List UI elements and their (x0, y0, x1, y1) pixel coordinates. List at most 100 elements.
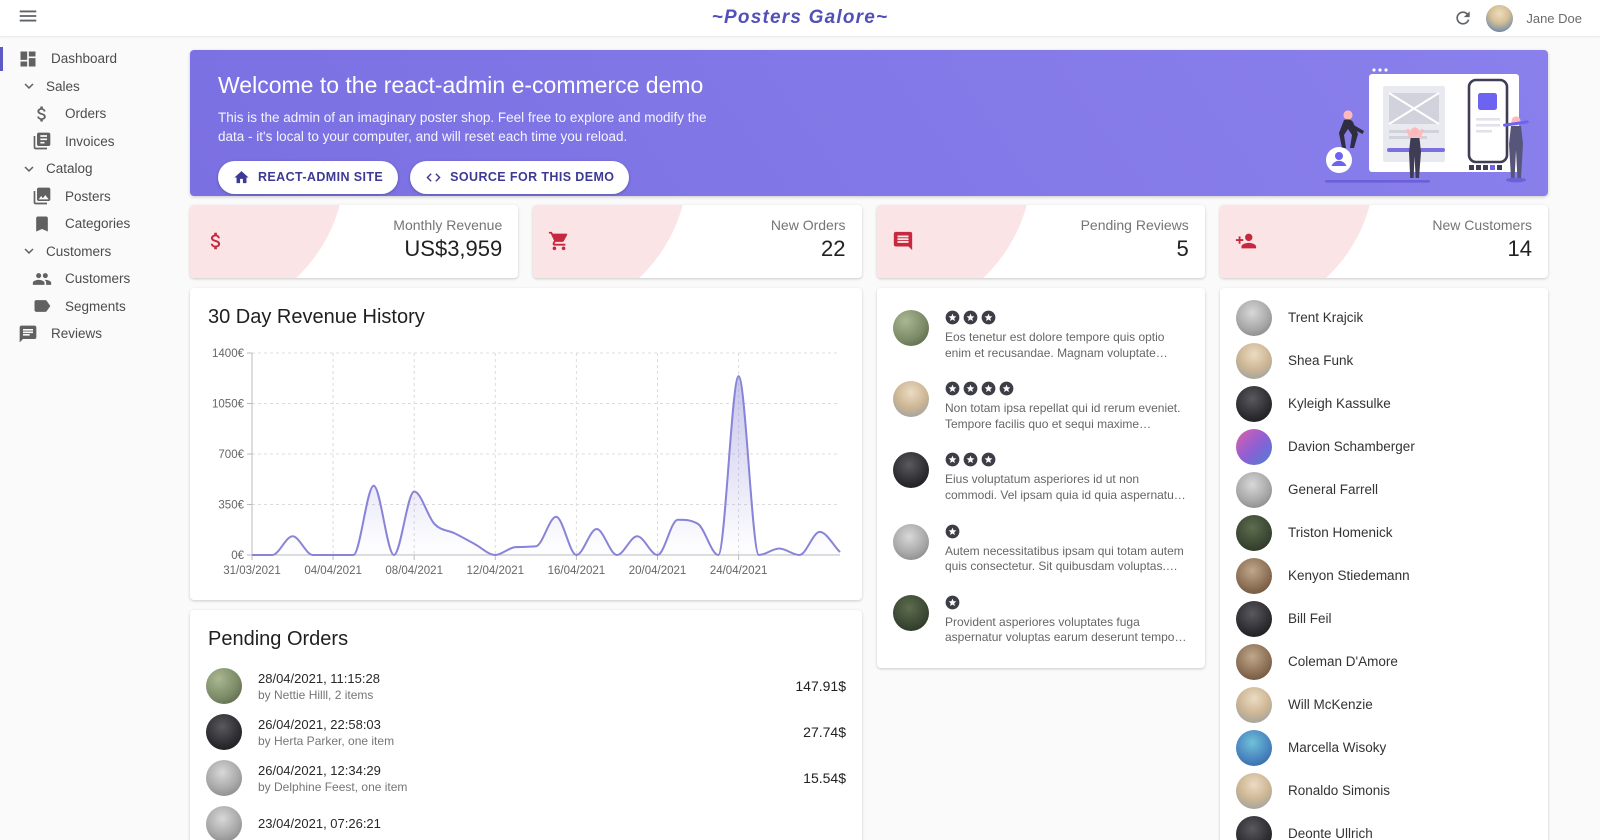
menu-icon[interactable] (17, 7, 39, 29)
customer-name: Triston Homenick (1288, 525, 1393, 540)
star-icon (945, 310, 960, 325)
cart-icon (549, 231, 568, 251)
stat-value: 5 (1176, 236, 1189, 261)
stat-label: New Orders (770, 217, 846, 233)
svg-text:04/04/2021: 04/04/2021 (304, 565, 362, 577)
customer-name: Deonte Ullrich (1288, 826, 1373, 840)
sidebar-item-categories[interactable]: Categories (0, 210, 190, 238)
star-rating (945, 595, 1189, 610)
customer-avatar (1236, 342, 1272, 379)
customer-row[interactable]: Coleman D'Amore (1236, 640, 1532, 683)
order-row[interactable]: 28/04/2021, 11:15:28 by Nettie Hilll, 2 i… (206, 663, 846, 709)
star-icon (981, 381, 996, 396)
customer-row[interactable]: Will McKenzie (1236, 683, 1532, 726)
customer-avatar (206, 714, 242, 750)
star-icon (945, 595, 960, 610)
sidebar-section-catalog[interactable]: Catalog (0, 155, 190, 183)
stat-label: Monthly Revenue (393, 217, 503, 233)
sidebar-item-reviews[interactable]: Reviews (0, 320, 190, 348)
home-icon (234, 170, 249, 183)
customer-avatar (1236, 815, 1272, 840)
sidebar-section-sales[interactable]: Sales (0, 73, 190, 101)
sidebar-item-dashboard[interactable]: Dashboard (0, 45, 190, 73)
customer-row[interactable]: General Farrell (1236, 468, 1532, 511)
customer-avatar (1236, 686, 1272, 723)
review-row[interactable]: Eius voluptatum asperiores id ut non com… (893, 442, 1189, 513)
chevron-down-icon (24, 83, 34, 90)
sidebar-item-posters[interactable]: Posters (0, 183, 190, 211)
review-text: Eos tenetur est dolore tempore quis opti… (945, 330, 1165, 360)
revenue-history-card: 30 Day Revenue History 0€ 350€ 700€ 1050€ 14… (190, 288, 862, 600)
star-icon (945, 453, 960, 467)
sidebar-item-label: Posters (65, 188, 111, 204)
customer-row[interactable]: Ronaldo Simonis (1236, 769, 1532, 812)
review-row[interactable]: Eos tenetur est dolore tempore quis opti… (893, 300, 1189, 371)
stat-card-new-customers[interactable]: New Customers 14 (1219, 205, 1548, 278)
star-icon (999, 381, 1014, 396)
star-rating (945, 381, 1189, 396)
label-icon (34, 300, 51, 313)
user-avatar[interactable] (1486, 4, 1514, 32)
stat-card-pending-reviews[interactable]: Pending Reviews 5 (876, 205, 1205, 278)
order-row[interactable]: 26/04/2021, 12:34:29 by Delphine Feest, o… (206, 755, 846, 801)
star-rating (945, 524, 1189, 539)
star-icon (945, 524, 960, 538)
svg-text:0€: 0€ (231, 550, 244, 562)
customer-avatar (206, 806, 242, 840)
banner-body: This is the admin of an imaginary poster… (218, 110, 707, 144)
pending-orders-card: Pending Orders 28/04/2021, 11:15:28 by Ne… (190, 610, 862, 840)
refresh-icon[interactable] (1453, 8, 1473, 28)
order-date: 26/04/2021, 22:58:03 (258, 716, 381, 732)
customer-row[interactable]: Deonte Ullrich (1236, 812, 1532, 840)
reviewer-avatar (893, 523, 929, 560)
customer-row[interactable]: Bill Feil (1236, 597, 1532, 640)
review-row[interactable]: Non totam ipsa repellat qui id rerum eve… (893, 371, 1189, 442)
svg-text:31/03/2021: 31/03/2021 (223, 565, 281, 577)
sidebar-item-label: Catalog (46, 161, 93, 177)
stat-card-monthly-revenue[interactable]: Monthly Revenue US$3,959 (190, 205, 519, 278)
app-title: ~Posters Galore~ (711, 7, 889, 28)
customer-row[interactable]: Shea Funk (1236, 339, 1532, 382)
review-text: Eius voluptatum asperiores id ut non com… (945, 472, 1178, 502)
sidebar-item-orders[interactable]: Orders (0, 100, 190, 128)
sidebar-item-label: Customers (46, 243, 112, 259)
svg-text:350€: 350€ (218, 500, 244, 512)
customer-row[interactable]: Triston Homenick (1236, 511, 1532, 554)
svg-text:24/04/2021: 24/04/2021 (710, 565, 768, 577)
order-row[interactable]: 26/04/2021, 22:58:03 by Herta Parker, one… (206, 709, 846, 755)
chevron-down-icon (24, 248, 34, 255)
refresh-icon (1456, 11, 1471, 25)
customer-row[interactable]: Davion Schamberger (1236, 425, 1532, 468)
sidebar-item-segments[interactable]: Segments (0, 293, 190, 321)
customer-avatar (1236, 557, 1272, 594)
customer-row[interactable]: Marcella Wisoky (1236, 726, 1532, 769)
chevron-down-icon (24, 166, 34, 172)
review-row[interactable]: Provident asperiores voluptates fuga asp… (893, 585, 1189, 656)
new-customers-card: Trent Krajcik Shea Funk Kyleigh Kassulke Da… (1220, 288, 1548, 840)
order-date: 28/04/2021, 11:15:28 (258, 670, 380, 686)
customer-name: Shea Funk (1288, 353, 1354, 368)
react-admin-site-button[interactable]: REACT-ADMIN SITE (218, 160, 399, 194)
star-icon (963, 453, 978, 467)
banner-illustration (1325, 68, 1529, 183)
sidebar-item-invoices[interactable]: Invoices (0, 128, 190, 156)
customer-row[interactable]: Trent Krajcik (1236, 296, 1532, 339)
customer-name: General Farrell (1288, 482, 1379, 497)
order-row[interactable]: 23/04/2021, 07:26:21 (206, 801, 846, 840)
order-amount: 27.74$ (803, 724, 846, 740)
customer-avatar (1236, 471, 1272, 508)
stat-label: New Customers (1432, 217, 1532, 233)
left-column: 30 Day Revenue History 0€ 350€ 700€ 1050€ 14… (190, 288, 862, 840)
customer-avatar (206, 760, 242, 796)
source-for-demo-button[interactable]: SOURCE FOR THIS DEMO (410, 160, 630, 194)
sidebar-section-customers[interactable]: Customers (0, 238, 190, 266)
home-icon (233, 169, 250, 186)
sidebar-item-customers[interactable]: Customers (0, 265, 190, 293)
review-row[interactable]: Autem necessitatibus ipsam qui totam aut… (893, 514, 1189, 585)
order-date: 23/04/2021, 07:26:21 (258, 815, 381, 831)
customer-row[interactable]: Kyleigh Kassulke (1236, 382, 1532, 425)
reviews-icon (19, 325, 37, 343)
customer-row[interactable]: Kenyon Stiedemann (1236, 554, 1532, 597)
stat-card-new-orders[interactable]: New Orders 22 (533, 205, 862, 278)
review-text: Provident asperiores voluptates fuga asp… (945, 614, 1186, 645)
